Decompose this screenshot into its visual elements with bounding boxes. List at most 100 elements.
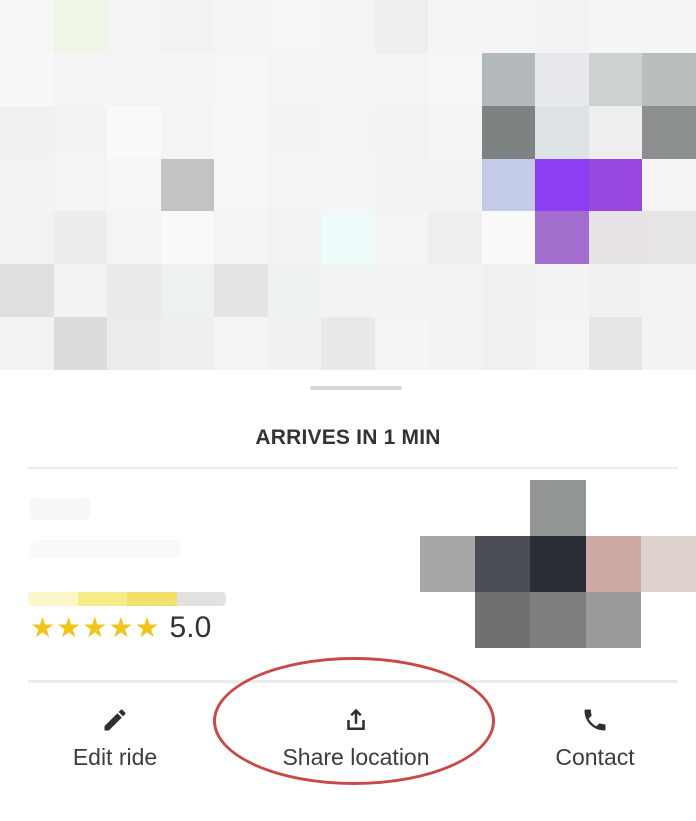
map-tile xyxy=(481,0,536,53)
map-tile xyxy=(588,264,643,318)
map-tile xyxy=(321,105,375,159)
map-tile xyxy=(53,158,108,212)
map-tile xyxy=(160,0,215,53)
map-tile xyxy=(588,0,643,53)
map-tile xyxy=(374,211,429,265)
map-tile xyxy=(428,158,482,212)
divider xyxy=(28,680,678,683)
map-tile xyxy=(428,317,482,370)
map-tile xyxy=(321,211,375,265)
map-tile xyxy=(535,158,589,212)
map-tile xyxy=(53,0,108,53)
map-tile xyxy=(267,211,322,265)
map-tile xyxy=(160,264,215,318)
drag-handle[interactable] xyxy=(310,386,402,390)
map-tile xyxy=(481,158,536,212)
map-tile xyxy=(321,0,375,53)
map-tile xyxy=(321,158,375,212)
map-tile xyxy=(588,317,643,370)
map-tile xyxy=(160,158,215,212)
map-tile xyxy=(535,0,589,53)
map-tile xyxy=(107,264,161,318)
map-tile xyxy=(53,317,108,370)
map-tile xyxy=(214,0,268,53)
map-tile xyxy=(642,0,696,53)
map-tile xyxy=(588,211,643,265)
map-tile xyxy=(642,105,696,159)
map-tile xyxy=(642,211,696,265)
map-tile xyxy=(53,211,108,265)
share-icon xyxy=(340,704,372,736)
map-tile xyxy=(214,264,268,318)
map-tile xyxy=(321,317,375,370)
star-icon: ★ xyxy=(134,612,160,643)
map-tile xyxy=(428,52,482,106)
map-tile xyxy=(481,317,536,370)
map-tile xyxy=(107,0,161,53)
ride-actions-bar: Edit ride Share location Contact xyxy=(0,692,696,792)
vehicle-info-redacted xyxy=(30,540,180,558)
map-view[interactable] xyxy=(0,0,696,370)
map-tile xyxy=(428,211,482,265)
map-tile xyxy=(428,105,482,159)
map-tile xyxy=(107,158,161,212)
map-tile xyxy=(160,52,215,106)
driver-rating: ★ ★ ★ ★ ★ 5.0 xyxy=(30,610,211,646)
map-tile xyxy=(481,264,536,318)
star-icon: ★ xyxy=(108,612,134,643)
contact-button[interactable]: Contact xyxy=(540,704,650,771)
map-tile xyxy=(214,52,268,106)
map-tile xyxy=(481,105,536,159)
map-tile xyxy=(160,211,215,265)
star-icon: ★ xyxy=(30,612,56,643)
map-tile xyxy=(588,52,643,106)
map-tile xyxy=(267,105,322,159)
map-tile xyxy=(642,317,696,370)
rating-value: 5.0 xyxy=(169,611,212,644)
map-tile xyxy=(0,52,54,106)
map-tile xyxy=(160,105,215,159)
map-tile xyxy=(374,52,429,106)
map-tile xyxy=(321,52,375,106)
map-tile xyxy=(0,158,54,212)
map-tile xyxy=(160,317,215,370)
share-location-button[interactable]: Share location xyxy=(258,704,454,771)
map-tile xyxy=(535,52,589,106)
divider xyxy=(28,467,678,469)
map-tile xyxy=(214,211,268,265)
share-location-label: Share location xyxy=(282,744,430,770)
map-tile xyxy=(642,264,696,318)
map-tile xyxy=(588,158,643,212)
map-tile xyxy=(642,52,696,106)
map-tile xyxy=(535,317,589,370)
map-tile xyxy=(0,317,54,370)
ride-status-sheet: ARRIVES IN 1 MIN ★ ★ ★ ★ ★ 5.0 Edit ride… xyxy=(0,370,696,821)
license-plate-redacted xyxy=(28,592,226,606)
map-tile xyxy=(0,264,54,318)
phone-icon xyxy=(579,704,611,736)
map-tile xyxy=(107,105,161,159)
map-tile xyxy=(53,52,108,106)
map-tile xyxy=(374,158,429,212)
map-tile xyxy=(428,264,482,318)
map-tile xyxy=(374,105,429,159)
map-tile xyxy=(214,317,268,370)
map-tile xyxy=(107,317,161,370)
map-tile xyxy=(0,211,54,265)
map-tile xyxy=(374,317,429,370)
map-tile xyxy=(267,158,322,212)
map-tile xyxy=(535,105,589,159)
map-tile xyxy=(535,211,589,265)
map-tile xyxy=(535,264,589,318)
map-tile xyxy=(642,158,696,212)
map-tile xyxy=(481,52,536,106)
edit-ride-button[interactable]: Edit ride xyxy=(58,704,172,771)
map-tile xyxy=(321,264,375,318)
map-tile xyxy=(214,158,268,212)
rating-stars: ★ ★ ★ ★ ★ xyxy=(30,614,160,642)
map-tile xyxy=(214,105,268,159)
map-tile xyxy=(53,264,108,318)
map-tile xyxy=(588,105,643,159)
contact-label: Contact xyxy=(555,744,635,770)
pencil-icon xyxy=(99,704,131,736)
